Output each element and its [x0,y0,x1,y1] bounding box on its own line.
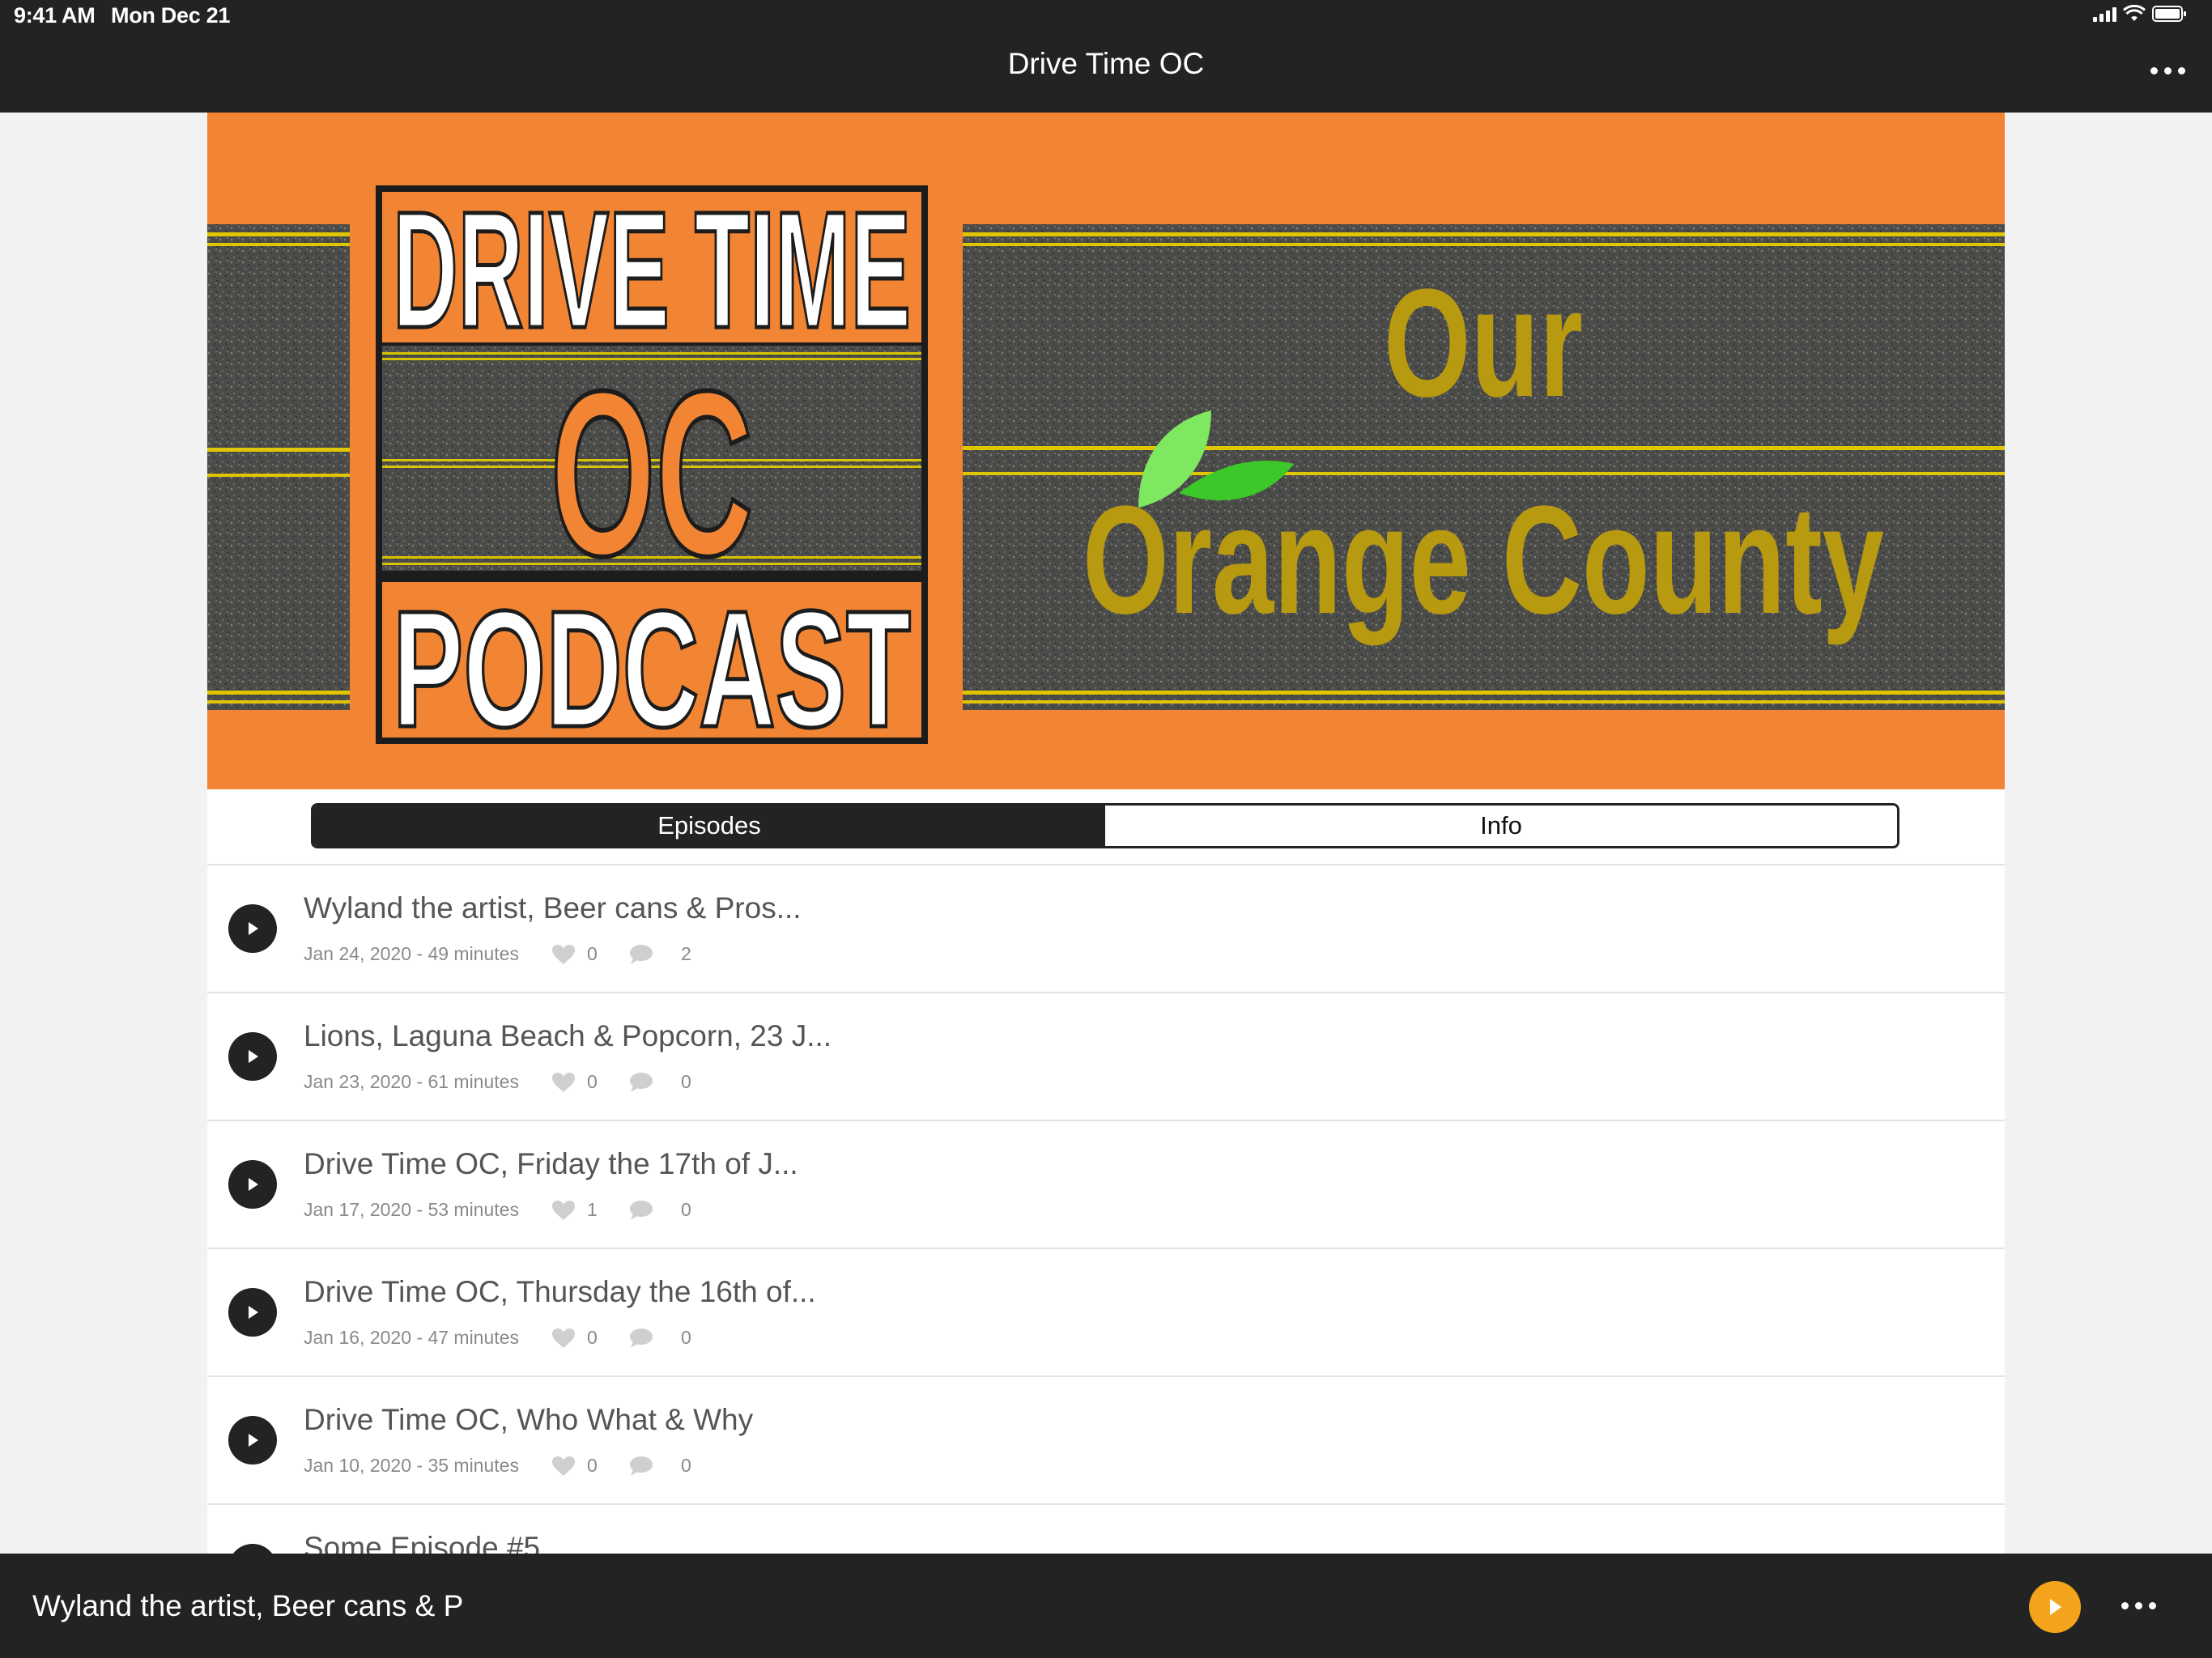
player-more-button[interactable] [2121,1602,2156,1609]
more-horizontal-icon [2150,67,2158,74]
tab-episodes[interactable]: Episodes [313,806,1105,846]
list-item[interactable]: Some Episode #5 [207,1503,2005,1554]
status-date: Mon Dec 21 [111,3,231,28]
heart-icon[interactable] [551,1200,576,1221]
list-item[interactable]: Drive Time OC, Thursday the 16th of... J… [207,1248,2005,1375]
episode-title: Drive Time OC, Thursday the 16th of... [304,1275,816,1308]
tagline-line-1: Our [1384,257,1583,429]
episode-title: Drive Time OC, Friday the 17th of J... [304,1147,798,1180]
episode-title: Drive Time OC, Who What & Why [304,1403,754,1436]
player-play-button[interactable] [2029,1581,2081,1633]
episode-date-duration: Jan 23, 2020 - 61 minutes [304,1071,519,1092]
comment-icon[interactable] [629,944,653,965]
like-count: 1 [586,1199,598,1220]
list-item[interactable]: Wyland the artist, Beer cans & Pros... J… [207,864,2005,992]
episode-date-duration: Jan 10, 2020 - 35 minutes [304,1455,519,1476]
now-playing-bar[interactable]: Wyland the artist, Beer cans & P [0,1554,2212,1658]
comment-count: 0 [680,1327,691,1348]
page-title: Drive Time OC [1007,47,1205,80]
comment-icon[interactable] [629,1328,653,1349]
episode-date-duration: Jan 16, 2020 - 47 minutes [304,1327,519,1348]
tagline-line-2: Orange County [1083,474,1884,646]
play-icon [249,1306,258,1319]
episode-meta: Jan 16, 2020 - 47 minutes 0 0 [304,1327,691,1349]
play-icon [249,1050,258,1063]
heart-icon[interactable] [551,1328,576,1349]
more-options-button[interactable] [2150,67,2185,74]
episode-meta: Jan 10, 2020 - 35 minutes 0 0 [304,1455,691,1477]
play-icon [249,922,258,935]
play-button[interactable] [228,1160,277,1209]
episodes-info-toggle: Episodes Info [311,803,1899,848]
podcast-content: DRIVE TIME OC PODCAST Our Orange County … [207,113,2005,1554]
episode-list: Wyland the artist, Beer cans & Pros... J… [207,864,2005,1554]
episode-title: Wyland the artist, Beer cans & Pros... [304,891,802,925]
now-playing-title[interactable]: Wyland the artist, Beer cans & P [32,1589,463,1623]
comment-icon[interactable] [629,1456,653,1477]
top-bar: 9:41 AM Mon Dec 21 Drive Time OC [0,0,2212,113]
comment-count: 0 [680,1071,691,1092]
episode-title: Lions, Laguna Beach & Popcorn, 23 J... [304,1019,832,1052]
play-button[interactable] [228,904,277,953]
play-button[interactable] [228,1032,277,1081]
comment-count: 0 [680,1199,691,1220]
comment-count: 2 [680,943,691,964]
comment-icon[interactable] [629,1072,653,1093]
play-icon [249,1434,258,1447]
play-button[interactable] [228,1288,277,1337]
status-icons [2093,5,2188,23]
tab-info[interactable]: Info [1105,806,1897,846]
play-icon [249,1178,258,1191]
like-count: 0 [586,1071,598,1092]
play-button[interactable] [228,1416,277,1465]
episode-meta: Jan 24, 2020 - 49 minutes 0 2 [304,943,691,965]
list-item[interactable]: Drive Time OC, Who What & Why Jan 10, 20… [207,1375,2005,1503]
play-button[interactable] [228,1544,277,1554]
episode-date-duration: Jan 17, 2020 - 53 minutes [304,1199,519,1220]
logo-line-3: PODCAST [393,576,911,762]
like-count: 0 [586,1455,598,1476]
like-count: 0 [586,943,598,964]
wifi-icon [2123,5,2146,21]
cellular-signal-icon [2093,6,2116,22]
list-item[interactable]: Lions, Laguna Beach & Popcorn, 23 J... J… [207,992,2005,1120]
battery-icon [2152,6,2186,22]
like-count: 0 [586,1327,598,1348]
episode-meta: Jan 23, 2020 - 61 minutes 0 0 [304,1071,691,1093]
comment-count: 0 [680,1455,691,1476]
list-item[interactable]: Drive Time OC, Friday the 17th of J... J… [207,1120,2005,1248]
logo-line-2: OC [551,342,753,605]
status-time: 9:41 AM [14,3,96,28]
heart-icon[interactable] [551,944,576,965]
heart-icon[interactable] [551,1072,576,1093]
play-icon [2050,1599,2061,1615]
episode-title: Some Episode #5 [304,1531,541,1554]
heart-icon[interactable] [551,1456,576,1477]
podcast-banner: DRIVE TIME OC PODCAST Our Orange County [207,113,2005,789]
comment-icon[interactable] [629,1200,653,1221]
more-horizontal-icon [2121,1602,2129,1609]
logo-line-1: DRIVE TIME [393,177,911,363]
episode-date-duration: Jan 24, 2020 - 49 minutes [304,943,519,964]
episode-meta: Jan 17, 2020 - 53 minutes 1 0 [304,1199,691,1221]
